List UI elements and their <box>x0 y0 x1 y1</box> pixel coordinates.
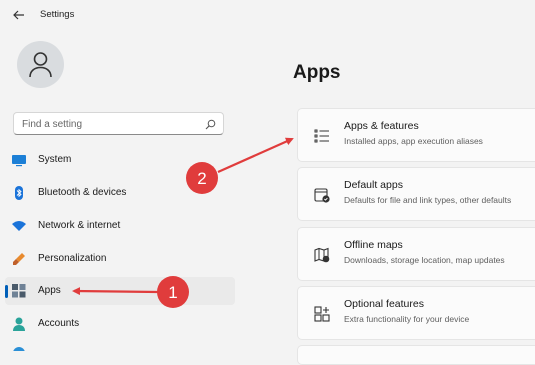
user-avatar[interactable] <box>17 41 64 88</box>
app-title: Settings <box>40 9 75 20</box>
sidebar-item-personalization[interactable]: Personalization <box>5 245 235 273</box>
card-title: Apps & features <box>344 120 419 132</box>
sidebar-item-system[interactable]: System <box>5 146 235 174</box>
search-icon[interactable] <box>205 119 216 130</box>
brush-icon <box>13 253 25 265</box>
sidebar-item-label: Apps <box>38 285 61 296</box>
list-icon <box>314 129 329 143</box>
card-subtitle: Extra functionality for your device <box>344 314 470 324</box>
wifi-icon <box>12 221 26 231</box>
sidebar-partial-icon <box>13 347 25 351</box>
card-title: Optional features <box>344 298 424 310</box>
optional-features-icon <box>314 306 330 322</box>
search-input[interactable]: Find a setting <box>22 119 82 130</box>
card-title: Default apps <box>344 179 403 191</box>
system-icon <box>12 155 26 167</box>
search-box[interactable]: Find a setting <box>13 112 224 135</box>
person-icon <box>29 52 52 78</box>
sidebar-item-label: Personalization <box>38 253 107 264</box>
card-partial[interactable] <box>297 345 535 365</box>
sidebar-item-accounts[interactable]: Accounts <box>5 310 235 338</box>
bluetooth-icon <box>15 186 23 200</box>
sidebar-item-bluetooth-devices[interactable]: Bluetooth & devices <box>5 179 235 207</box>
apps-icon <box>12 284 26 298</box>
card-subtitle: Defaults for file and link types, other … <box>344 195 512 205</box>
sidebar-item-label: Accounts <box>38 318 80 329</box>
sidebar-item-label: Bluetooth & devices <box>38 187 127 198</box>
card-offline-maps[interactable]: Offline maps Downloads, storage location… <box>297 227 535 281</box>
sidebar-item-label: Network & internet <box>38 220 121 231</box>
sidebar-item-network-internet[interactable]: Network & internet <box>5 212 235 240</box>
sidebar-item-partial[interactable] <box>5 342 235 351</box>
card-default-apps[interactable]: Default apps Defaults for file and link … <box>297 167 535 221</box>
card-title: Offline maps <box>344 239 403 251</box>
card-subtitle: Downloads, storage location, map updates <box>344 255 505 265</box>
sidebar-item-label: System <box>38 154 72 165</box>
back-arrow-icon[interactable] <box>12 8 26 22</box>
page-title: Apps <box>293 62 341 83</box>
sidebar-item-apps[interactable]: Apps <box>5 277 235 305</box>
map-icon <box>314 247 330 263</box>
default-apps-icon <box>314 188 330 203</box>
card-optional-features[interactable]: Optional features Extra functionality fo… <box>297 286 535 340</box>
selection-indicator <box>5 285 8 298</box>
card-subtitle: Installed apps, app execution aliases <box>344 136 483 146</box>
person-icon <box>13 317 25 331</box>
title-bar: Settings <box>0 0 535 30</box>
card-apps-features[interactable]: Apps & features Installed apps, app exec… <box>297 108 535 162</box>
